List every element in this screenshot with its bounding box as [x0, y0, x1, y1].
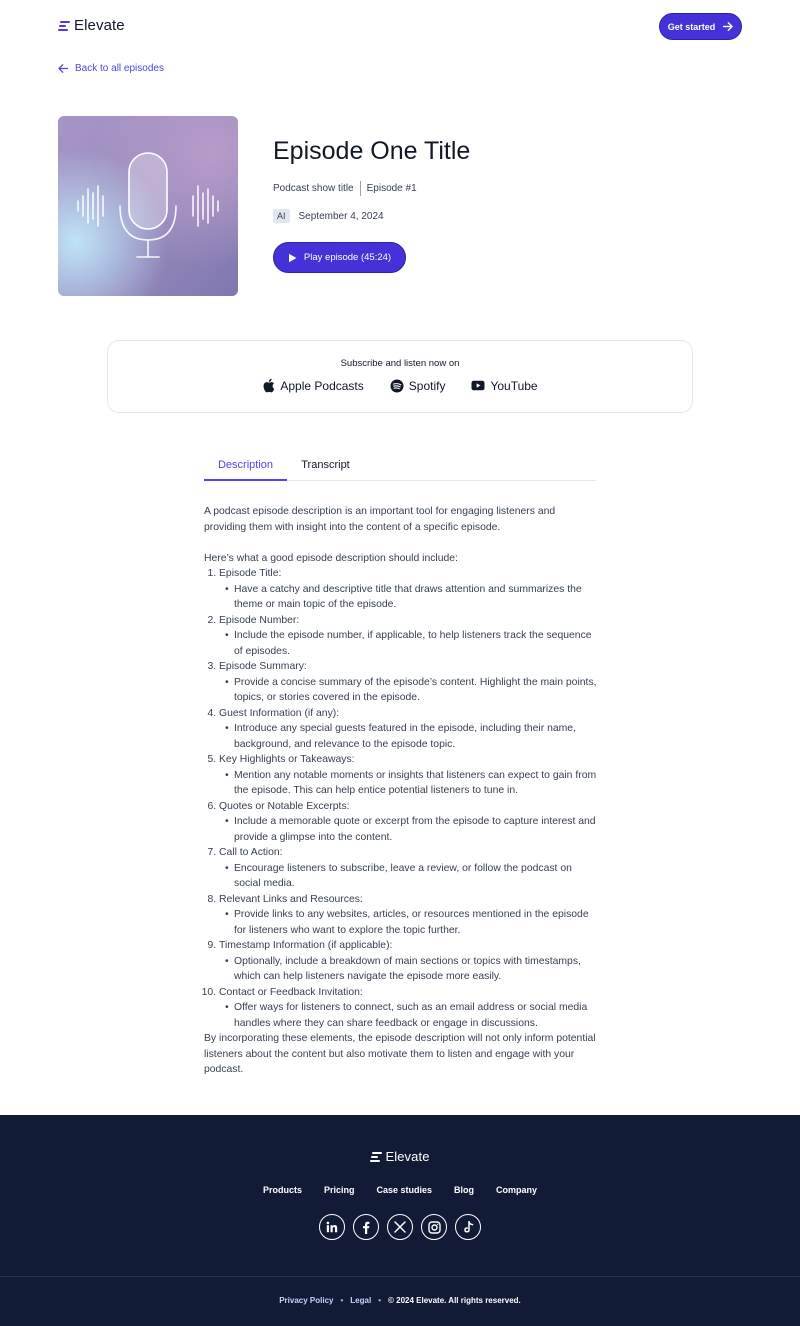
description-list: Episode Title: Have a catchy and descrip… [204, 566, 600, 1031]
facebook-link[interactable] [353, 1214, 379, 1240]
logo-text: Elevate [74, 17, 125, 34]
x-link[interactable] [387, 1214, 413, 1240]
list-item: Call to Action: Encourage listeners to s… [219, 845, 600, 892]
site-header: Elevate Get started [0, 0, 800, 54]
footer-divider [0, 1276, 800, 1277]
get-started-button[interactable]: Get started [659, 13, 742, 40]
footer-link-pricing[interactable]: Pricing [324, 1185, 355, 1195]
list-item: Relevant Links and Resources: Provide li… [219, 892, 600, 939]
logo-mark-icon [58, 20, 70, 32]
tiktok-icon [463, 1220, 473, 1233]
list-item: Episode Title: Have a catchy and descrip… [219, 566, 600, 613]
linkedin-link[interactable] [319, 1214, 345, 1240]
footer-logo[interactable]: Elevate [0, 1149, 800, 1164]
legal-link[interactable]: Legal [350, 1296, 371, 1305]
tab-description[interactable]: Description [204, 451, 287, 481]
footer-nav: Products Pricing Case studies Blog Compa… [0, 1185, 800, 1195]
list-item: Quotes or Notable Excerpts: Include a me… [219, 799, 600, 846]
social-links [0, 1214, 800, 1240]
list-item: Timestamp Information (if applicable): O… [219, 938, 600, 985]
microphone-icon [77, 152, 219, 258]
separator-dot: • [378, 1296, 381, 1305]
episode-cover-art [58, 116, 238, 296]
list-item-detail: Offer ways for listeners to connect, suc… [225, 1000, 600, 1031]
apple-icon [263, 378, 275, 393]
apple-podcasts-label: Apple Podcasts [280, 378, 364, 393]
footer-legal-row: Privacy Policy • Legal • © 2024 Elevate.… [0, 1296, 800, 1305]
instagram-link[interactable] [421, 1214, 447, 1240]
back-to-episodes-link[interactable]: Back to all episodes [58, 63, 164, 74]
youtube-link[interactable]: YouTube [471, 378, 538, 393]
footer-link-products[interactable]: Products [263, 1185, 302, 1195]
play-episode-button[interactable]: Play episode (45:24) [273, 242, 406, 273]
facebook-icon [363, 1221, 370, 1234]
spotify-link[interactable]: Spotify [390, 378, 446, 393]
instagram-icon [427, 1220, 441, 1234]
footer-link-blog[interactable]: Blog [454, 1185, 474, 1195]
play-icon [288, 253, 297, 262]
tab-transcript[interactable]: Transcript [287, 451, 364, 481]
privacy-policy-link[interactable]: Privacy Policy [279, 1296, 333, 1305]
description-closing: By incorporating these elements, the epi… [204, 1033, 596, 1075]
episode-title: Episode One Title [273, 137, 471, 165]
list-item-detail: Provide links to any websites, articles,… [225, 907, 600, 938]
list-item-detail: Provide a concise summary of the episode… [225, 675, 600, 706]
arrow-left-icon [58, 64, 68, 73]
x-icon [394, 1221, 406, 1233]
episode-date: September 4, 2024 [298, 210, 384, 222]
list-item: Guest Information (if any): Introduce an… [219, 706, 600, 753]
meta-divider [359, 181, 361, 196]
list-item: Key Highlights or Takeaways: Mention any… [219, 752, 600, 799]
site-logo[interactable]: Elevate [58, 17, 125, 34]
arrow-right-icon [723, 22, 733, 31]
separator-dot: • [340, 1296, 344, 1305]
spotify-label: Spotify [408, 378, 446, 393]
youtube-icon [471, 380, 485, 391]
episode-date-row: AI September 4, 2024 [273, 209, 384, 223]
copyright-text: © 2024 Elevate. All rights reserved. [388, 1296, 521, 1305]
platform-links: Apple Podcasts Spotify YouTube [108, 378, 692, 393]
footer-link-company[interactable]: Company [496, 1185, 537, 1195]
list-item-detail: Optionally, include a breakdown of main … [225, 954, 600, 985]
list-item-detail: Mention any notable moments or insights … [225, 768, 600, 799]
spotify-icon [390, 379, 404, 392]
back-link-label: Back to all episodes [75, 63, 164, 74]
tiktok-link[interactable] [455, 1214, 481, 1240]
list-item-detail: Introduce any special guests featured in… [225, 721, 600, 752]
description-list-heading: Here’s what a good episode description s… [204, 552, 458, 564]
footer-logo-text: Elevate [385, 1149, 430, 1164]
list-item: Episode Summary: Provide a concise summa… [219, 659, 600, 706]
play-episode-label: Play episode (45:24) [303, 252, 392, 263]
list-item: Contact or Feedback Invitation: Offer wa… [219, 985, 600, 1032]
episode-tabs: Description Transcript [204, 451, 596, 481]
list-item-detail: Include a memorable quote or excerpt fro… [225, 814, 600, 845]
get-started-label: Get started [667, 21, 716, 32]
list-item-detail: Encourage listeners to subscribe, leave … [225, 861, 600, 892]
description-intro: A podcast episode description is an impo… [204, 506, 556, 533]
episode-meta: Podcast show title Episode #1 [273, 181, 417, 196]
episode-number: Episode #1 [366, 183, 417, 194]
linkedin-icon [326, 1221, 338, 1233]
apple-podcasts-link[interactable]: Apple Podcasts [262, 378, 364, 393]
episode-description: A podcast episode description is an impo… [204, 504, 600, 1078]
subscribe-title: Subscribe and listen now on [340, 358, 460, 369]
list-item-detail: Include the episode number, if applicabl… [225, 628, 600, 659]
ai-badge: AI [273, 209, 290, 223]
logo-mark-icon [370, 1151, 383, 1163]
subscribe-panel: Subscribe and listen now on Apple Podcas… [107, 340, 693, 413]
show-title[interactable]: Podcast show title [273, 183, 354, 194]
footer-link-case-studies[interactable]: Case studies [376, 1185, 432, 1195]
list-item-detail: Have a catchy and descriptive title that… [225, 582, 600, 613]
youtube-label: YouTube [490, 378, 538, 393]
list-item: Episode Number: Include the episode numb… [219, 613, 600, 660]
site-footer: Elevate Products Pricing Case studies Bl… [0, 1115, 800, 1326]
